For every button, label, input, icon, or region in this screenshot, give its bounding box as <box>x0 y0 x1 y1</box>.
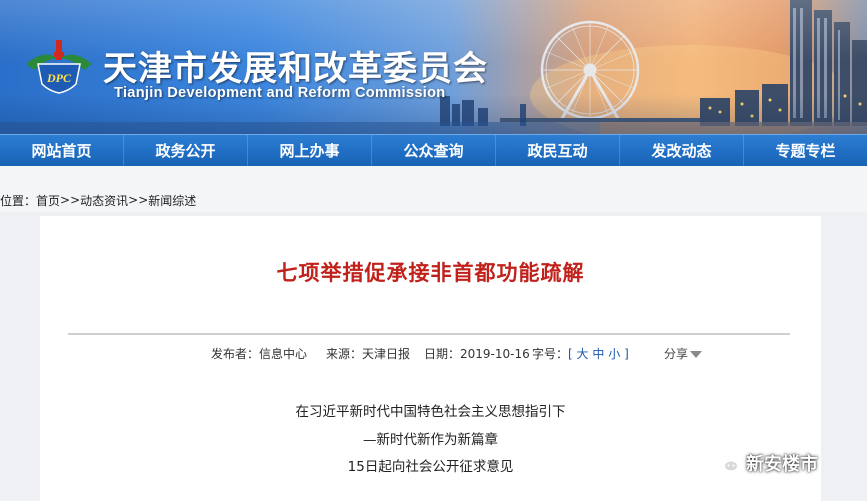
font-size-bracket-open: [ <box>568 347 573 361</box>
font-size-small-button[interactable]: 小 <box>608 347 620 361</box>
date-info: 日期：2019-10-16 <box>424 345 530 362</box>
dpc-logo[interactable]: DPC <box>24 38 94 94</box>
font-size-bracket-close: ] <box>624 347 629 361</box>
article-title: 七项举措促承接非首都功能疏解 <box>276 260 585 285</box>
publisher-label: 发布者： <box>211 347 260 361</box>
font-size-medium-button[interactable]: 中 <box>592 347 604 361</box>
article-line: —新时代新作为新篇章 <box>363 431 498 448</box>
font-size-large-button[interactable]: 大 <box>577 347 589 361</box>
nav-item-home[interactable]: 网站首页 <box>0 135 124 166</box>
logo-text: DPC <box>46 71 72 85</box>
nav-item-government-affairs[interactable]: 政务公开 <box>124 135 248 166</box>
watermark-text: 新安楼市 <box>746 454 818 475</box>
publisher-value: 信息中心 <box>259 347 308 361</box>
site-subtitle: Tianjin Development and Reform Commissio… <box>114 85 446 101</box>
wechat-icon <box>712 452 739 474</box>
source-label: 来源： <box>326 347 363 361</box>
breadcrumb-home-link[interactable]: 首页 <box>36 192 60 209</box>
publisher-info: 发布者：信息中心 <box>211 345 307 362</box>
site-banner: DPC 天津市发展和改革委员会 Tianjin Development and … <box>0 0 867 134</box>
source-info: 来源：天津日报 <box>326 345 410 362</box>
breadcrumb-prefix: 位置： <box>0 193 37 208</box>
font-size-label: 字号： <box>532 347 569 361</box>
site-title: 天津市发展和改革委员会 <box>103 49 488 89</box>
source-value: 天津日报 <box>362 347 411 361</box>
nav-item-news[interactable]: 发改动态 <box>620 135 744 166</box>
font-size-control: 字号：[ 大 中 小 ] <box>532 345 629 362</box>
article-line: 15日起向社会公开征求意见 <box>347 459 514 475</box>
breadcrumb-separator: >> <box>128 193 149 207</box>
nav-item-online-services[interactable]: 网上办事 <box>248 135 372 166</box>
share-dropdown-icon <box>690 351 703 358</box>
article-body: 在习近平新时代中国特色社会主义思想指引下 —新时代新作为新篇章 15日起向社会公… <box>40 399 821 482</box>
main-nav: 网站首页 政务公开 网上办事 公众查询 政民互动 发改动态 专题专栏 <box>0 134 867 166</box>
breadcrumb-separator: >> <box>60 193 81 207</box>
breadcrumb-section-link[interactable]: 动态资讯 <box>80 192 128 209</box>
date-label: 日期： <box>424 347 461 361</box>
share-label: 分享 <box>664 347 689 361</box>
nav-item-interaction[interactable]: 政民互动 <box>496 135 620 166</box>
share-button[interactable]: 分享 <box>664 345 703 362</box>
date-value: 2019-10-16 <box>460 347 530 361</box>
article-line: 在习近平新时代中国特色社会主义思想指引下 <box>295 404 566 420</box>
watermark: 新安楼市 <box>712 450 818 476</box>
nav-item-public-inquiry[interactable]: 公众查询 <box>372 135 496 166</box>
breadcrumb: 位置： 首页 >> 动态资讯 >> 新闻综述 <box>0 192 196 208</box>
nav-item-special-topics[interactable]: 专题专栏 <box>744 135 867 166</box>
article-card: 七项举措促承接非首都功能疏解 发布者：信息中心 来源：天津日报 日期：2019-… <box>40 216 821 501</box>
title-divider <box>68 333 790 335</box>
breadcrumb-current-link[interactable]: 新闻综述 <box>148 192 196 209</box>
